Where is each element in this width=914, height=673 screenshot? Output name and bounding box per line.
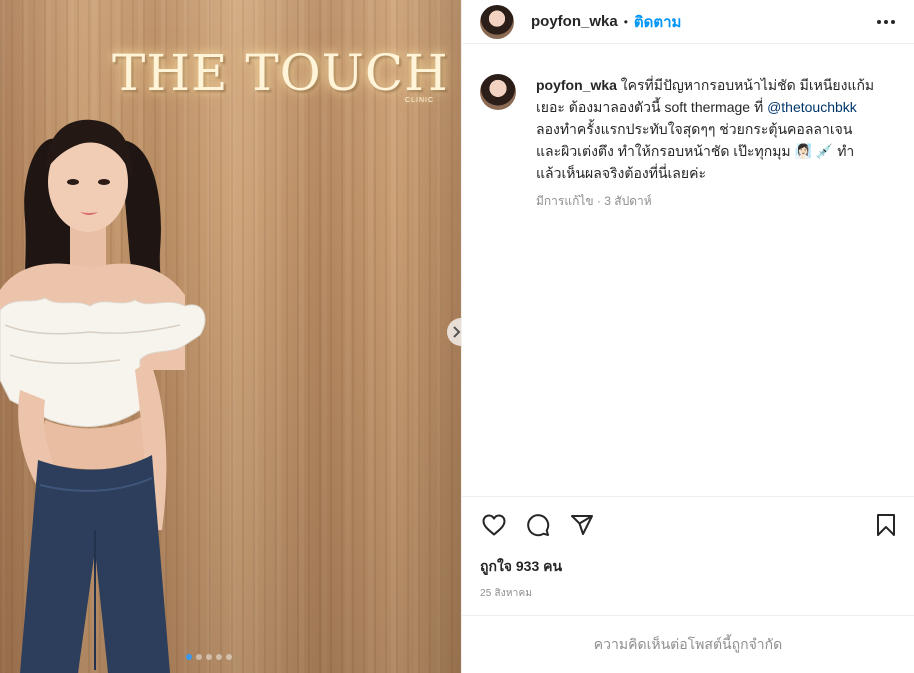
post-date[interactable]: 25 สิงหาคม: [462, 578, 914, 615]
clinic-sign: THE TOUCH CLINIC: [112, 44, 452, 114]
share-icon: [571, 514, 593, 535]
save-button[interactable]: [872, 511, 900, 539]
carousel-dot: [226, 654, 232, 660]
carousel-indicator: [186, 654, 232, 660]
separator-dot: •: [623, 14, 628, 29]
caption-text: poyfon_wka ใครที่มีปัญหากรอบหน้าไม่ชัด ม…: [536, 74, 876, 184]
sign-subtext: CLINIC: [405, 97, 434, 104]
post-sidebar: poyfon_wka • ติดตาม poyfon_wka ใครที่มีป…: [461, 0, 914, 673]
comments-area: poyfon_wka ใครที่มีปัญหากรอบหน้าไม่ชัด ม…: [462, 44, 914, 496]
instagram-post-view: THE TOUCH CLINIC poyfon_wka • ติดตาม poy…: [0, 0, 914, 673]
action-bar: [462, 496, 914, 552]
caption-text-part2: ลองทำครั้งแรกประทับใจสุดๆๆ ช่วยกระตุ้นคอ…: [536, 121, 855, 181]
likes-count[interactable]: ถูกใจ 933 คน: [462, 552, 914, 578]
mention-link[interactable]: @thetouchbkk: [767, 99, 857, 115]
follow-button[interactable]: ติดตาม: [634, 10, 682, 34]
carousel-dot: [206, 654, 212, 660]
more-horizontal-icon: [877, 19, 895, 24]
header-username[interactable]: poyfon_wka: [531, 13, 618, 30]
comment-button[interactable]: [524, 511, 552, 539]
next-arrow-icon: [453, 326, 461, 338]
person-figure: [0, 119, 206, 673]
post-photo[interactable]: THE TOUCH CLINIC: [0, 0, 461, 673]
carousel-dot: [216, 654, 222, 660]
comment-icon: [527, 513, 550, 536]
caption-row: poyfon_wka ใครที่มีปัญหากรอบหน้าไม่ชัด ม…: [480, 74, 896, 211]
bookmark-icon: [877, 513, 895, 536]
carousel-dot: [196, 654, 202, 660]
caption-meta: มีการแก้ไข · 3 สัปดาห์: [536, 194, 652, 208]
comments-limited-notice: ความคิดเห็นต่อโพสต์นี้ถูกจำกัด: [462, 615, 914, 673]
share-button[interactable]: [568, 511, 596, 539]
sign-text: THE TOUCH: [112, 44, 449, 102]
heart-icon: [482, 514, 506, 535]
more-options-button[interactable]: [874, 10, 898, 34]
caption-avatar[interactable]: [480, 74, 516, 110]
post-header: poyfon_wka • ติดตาม: [462, 0, 914, 44]
like-button[interactable]: [480, 511, 508, 539]
avatar[interactable]: [480, 4, 514, 39]
caption-username[interactable]: poyfon_wka: [536, 77, 617, 93]
carousel-dot: [186, 654, 192, 660]
